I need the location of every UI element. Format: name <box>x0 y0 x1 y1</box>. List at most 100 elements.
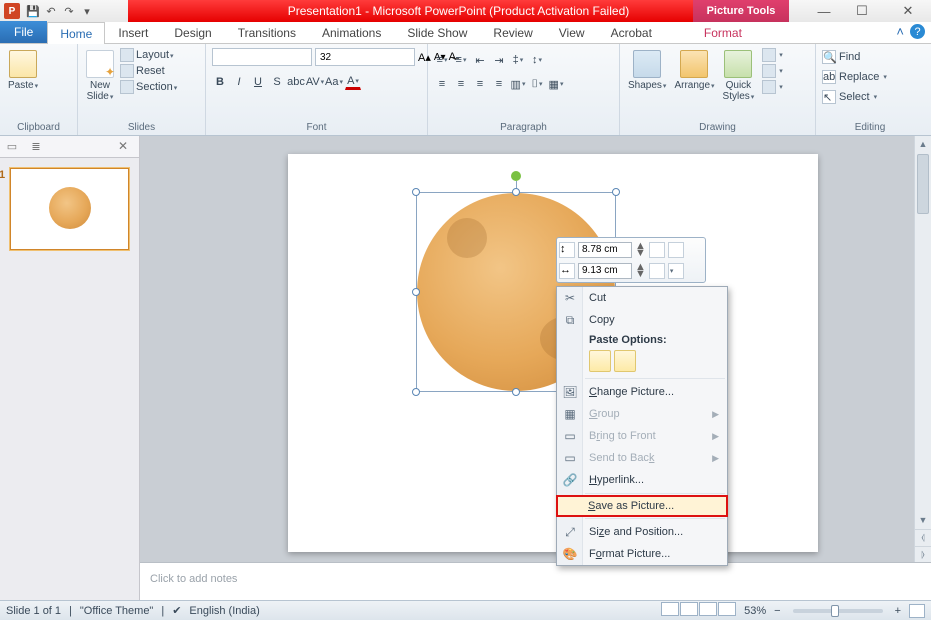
send-backward-icon[interactable] <box>649 263 665 279</box>
resize-handle-tr[interactable] <box>612 188 620 196</box>
resize-handle-bl[interactable] <box>412 388 420 396</box>
width-input[interactable] <box>578 263 632 279</box>
zoom-out-button[interactable]: − <box>774 605 780 617</box>
arrange-button[interactable]: Arrange <box>672 48 716 94</box>
ctx-hyperlink[interactable]: 🔗Hyperlink... <box>557 469 727 491</box>
font-name-input[interactable] <box>212 48 312 66</box>
resize-handle-tl[interactable] <box>412 188 420 196</box>
height-spinner[interactable]: ▲▼ <box>635 243 646 257</box>
section-button[interactable]: Section <box>120 80 177 94</box>
minimize-button[interactable]: — <box>809 0 839 22</box>
vertical-scrollbar[interactable]: ▲ ▼ ⦉ ⦊ <box>914 136 931 562</box>
rotate-handle[interactable] <box>511 171 521 181</box>
zoom-level[interactable]: 53% <box>744 605 766 617</box>
layout-button[interactable]: Layout <box>120 48 177 62</box>
ctx-change-picture[interactable]: 🖼Change Picture... <box>557 381 727 403</box>
ctx-size-position[interactable]: ⤢Size and Position... <box>557 521 727 543</box>
width-spinner[interactable]: ▲▼ <box>635 264 646 278</box>
tab-review[interactable]: Review <box>480 21 545 43</box>
quick-styles-button[interactable]: Quick Styles <box>721 48 757 105</box>
tab-animations[interactable]: Animations <box>309 21 394 43</box>
numbering-button[interactable]: ≡ <box>453 52 469 68</box>
scrollbar-thumb[interactable] <box>917 154 929 214</box>
minimize-ribbon-icon[interactable]: ˄ <box>896 24 904 39</box>
decrease-indent-button[interactable]: ⇤ <box>472 52 488 68</box>
shapes-button[interactable]: Shapes <box>626 48 668 94</box>
font-color-button[interactable]: A <box>345 74 361 90</box>
slideshow-view-button[interactable] <box>718 602 736 616</box>
sorter-view-button[interactable] <box>680 602 698 616</box>
scroll-down-icon[interactable]: ▼ <box>915 512 931 528</box>
save-icon[interactable]: 💾 <box>26 4 40 18</box>
bullets-button[interactable]: ≡ <box>434 52 450 68</box>
italic-button[interactable]: I <box>231 74 247 90</box>
select-button[interactable]: ↖Select <box>822 88 877 106</box>
shape-fill-button[interactable] <box>762 48 783 62</box>
strikethrough-button[interactable]: S <box>269 74 285 90</box>
paste-option-1[interactable] <box>589 350 611 372</box>
columns-button[interactable]: ▥ <box>510 76 526 92</box>
tab-home[interactable]: Home <box>47 22 105 44</box>
align-left-button[interactable]: ≡ <box>434 76 450 92</box>
format-painter-icon[interactable] <box>44 82 60 96</box>
thumbnails-close-icon[interactable]: ✕ <box>111 139 135 153</box>
zoom-slider[interactable] <box>793 609 883 613</box>
help-icon[interactable]: ? <box>910 24 925 39</box>
tab-transitions[interactable]: Transitions <box>225 21 309 43</box>
close-button[interactable]: ✕ <box>885 0 931 22</box>
height-input[interactable] <box>578 242 632 258</box>
smartart-button[interactable]: ▦ <box>548 76 564 92</box>
outline-tab-icon[interactable]: ≣ <box>24 140 48 153</box>
tab-file[interactable]: File <box>0 21 47 43</box>
undo-icon[interactable]: ↶ <box>44 4 58 18</box>
slide-editor[interactable]: ▲ ▼ ⦉ ⦊ Click to add notes <box>140 136 931 600</box>
bold-button[interactable]: B <box>212 74 228 90</box>
reading-view-button[interactable] <box>699 602 717 616</box>
paste-button[interactable]: Paste <box>6 48 40 94</box>
tab-design[interactable]: Design <box>161 21 224 43</box>
status-language[interactable]: English (India) <box>189 605 259 617</box>
increase-indent-button[interactable]: ⇥ <box>491 52 507 68</box>
text-direction-button[interactable]: ↕ <box>529 52 545 68</box>
resize-handle-b[interactable] <box>512 388 520 396</box>
slide-canvas[interactable] <box>288 154 818 552</box>
bring-forward-icon[interactable] <box>668 242 684 258</box>
notes-pane[interactable]: Click to add notes <box>140 562 931 600</box>
new-slide-button[interactable]: ✦ New Slide <box>84 48 116 105</box>
justify-button[interactable]: ≡ <box>491 76 507 92</box>
char-spacing-button[interactable]: AV <box>307 74 323 90</box>
zoom-in-button[interactable]: + <box>895 605 901 617</box>
tab-slideshow[interactable]: Slide Show <box>394 21 480 43</box>
resize-handle-l[interactable] <box>412 288 420 296</box>
scroll-up-icon[interactable]: ▲ <box>915 136 931 152</box>
slides-tab-icon[interactable]: ▭ <box>0 140 24 153</box>
ctx-copy[interactable]: ⧉Copy <box>557 309 727 331</box>
paste-option-2[interactable] <box>614 350 636 372</box>
ctx-save-as-picture[interactable]: Save as Picture... <box>556 495 728 517</box>
zoom-slider-thumb[interactable] <box>831 605 839 617</box>
reset-button[interactable]: Reset <box>120 64 177 78</box>
fit-to-window-button[interactable] <box>909 604 925 618</box>
ctx-format-picture[interactable]: 🎨Format Picture... <box>557 543 727 565</box>
align-right-button[interactable]: ≡ <box>472 76 488 92</box>
shape-outline-button[interactable] <box>762 64 783 78</box>
underline-button[interactable]: U <box>250 74 266 90</box>
shadow-button[interactable]: abc <box>288 74 304 90</box>
crop-icon[interactable] <box>649 242 665 258</box>
font-size-input[interactable] <box>315 48 415 66</box>
change-case-button[interactable]: Aa <box>326 74 342 90</box>
tab-acrobat[interactable]: Acrobat <box>598 21 665 43</box>
ctx-cut[interactable]: ✂Cut <box>557 287 727 309</box>
maximize-button[interactable]: ☐ <box>839 0 885 22</box>
qat-more-icon[interactable]: ▾ <box>80 4 94 18</box>
align-text-button[interactable]: ⌷ <box>529 76 545 92</box>
spellcheck-icon[interactable]: ✔ <box>172 604 181 617</box>
prev-slide-icon[interactable]: ⦉ <box>915 529 931 545</box>
cut-icon[interactable] <box>44 50 60 64</box>
slide-thumbnail-1[interactable]: 1 <box>10 168 129 250</box>
resize-handle-t[interactable] <box>512 188 520 196</box>
replace-button[interactable]: abReplace <box>822 68 887 86</box>
picture-styles-icon[interactable] <box>668 263 684 279</box>
shape-effects-button[interactable] <box>762 80 783 94</box>
tab-format[interactable]: Format <box>691 21 755 43</box>
